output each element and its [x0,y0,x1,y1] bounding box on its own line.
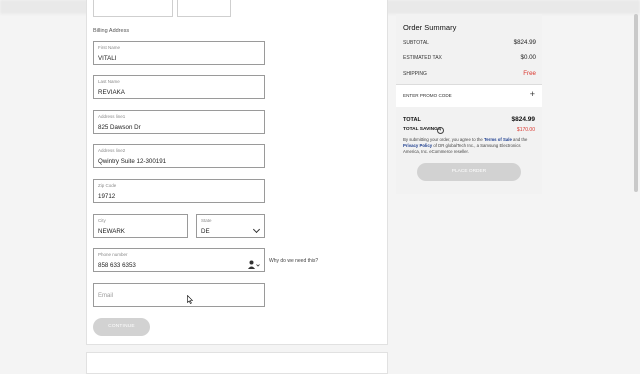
terms-of-sale-link[interactable]: Terms of Sale [484,137,512,142]
field-label: Phone number [98,252,128,257]
field-value: 858 633 6353 [98,262,136,269]
billing-address-heading: Billing Address [93,28,130,34]
promo-code-toggle[interactable]: ENTER PROMO CODE + [396,84,542,107]
field-placeholder: Email [98,293,114,299]
shipping-value: Free [523,70,536,77]
field-value: 19712 [98,193,116,200]
chevron-down-icon [252,225,261,234]
state-select[interactable]: State DE [196,214,265,238]
total-savings-label: TOTAL SAVINGS [403,127,442,132]
field-value: REVIAKA [98,89,125,96]
previous-field-stub[interactable] [177,0,231,17]
summary-top: Order Summary SUBTOTAL $824.99 ESTIMATED… [396,14,542,107]
total-savings-value: $170.00 [516,127,535,133]
tax-row: ESTIMATED TAX $0.00 [403,54,536,62]
legal-text-part: and the [511,137,528,142]
info-icon[interactable]: i [437,127,444,134]
field-value: NEWARK [98,228,125,235]
contact-picker-icon[interactable] [248,260,260,269]
why-do-we-need-this-link[interactable]: Why do we need this? [269,258,318,264]
order-summary-title: Order Summary [403,23,457,32]
field-label: Zip Code [98,183,117,188]
phone-number-field[interactable]: Phone number 858 633 6353 [93,248,265,272]
zip-code-field[interactable]: Zip Code 19712 [93,179,265,203]
privacy-policy-link[interactable]: Privacy Policy [403,143,432,148]
field-label: Address line2 [98,148,126,153]
field-label: City [98,218,106,223]
field-label: State [201,218,212,223]
mouse-cursor-icon [187,295,193,304]
legal-text: By submitting your order, you agree to t… [403,137,537,156]
shipping-row: SHIPPING Free [403,70,536,78]
continue-button[interactable]: CONTINUE [93,318,150,336]
field-value: DE [201,228,210,235]
next-section-panel [86,352,388,374]
legal-text-part: By submitting your order, you agree to t… [403,137,484,142]
field-label: Last Name [98,79,120,84]
field-value: VITALI [98,55,117,62]
summary-bottom: TOTAL $824.99 TOTAL SAVINGS i $170.00 By… [396,107,542,194]
field-label: Address line1 [98,114,126,119]
previous-field-stub[interactable] [93,0,173,17]
city-field[interactable]: City NEWARK [93,214,188,238]
first-name-field[interactable]: First Name VITALI [93,41,265,65]
place-order-button[interactable]: PLACE ORDER [417,163,521,181]
address-line2-field[interactable]: Address line2 Qwintry Suite 12-300191 [93,144,265,168]
total-label: TOTAL [403,117,421,123]
shipping-label: SHIPPING [403,71,427,77]
page-scrollbar[interactable] [634,14,638,192]
plus-icon: + [529,89,535,99]
field-label: First Name [98,45,121,50]
subtotal-row: SUBTOTAL $824.99 [403,39,536,47]
subtotal-value: $824.99 [513,39,536,46]
total-value: $824.99 [511,116,536,123]
address-line1-field[interactable]: Address line1 825 Dawson Dr [93,110,265,134]
tax-label: ESTIMATED TAX [403,55,442,61]
order-summary-panel: Order Summary SUBTOTAL $824.99 ESTIMATED… [396,14,542,194]
promo-code-label: ENTER PROMO CODE [403,93,452,98]
field-value: 825 Dawson Dr [98,124,141,131]
subtotal-label: SUBTOTAL [403,40,429,46]
field-value: Qwintry Suite 12-300191 [98,158,167,165]
email-field[interactable]: Email [93,283,265,307]
last-name-field[interactable]: Last Name REVIAKA [93,75,265,99]
tax-value: $0.00 [520,54,536,61]
